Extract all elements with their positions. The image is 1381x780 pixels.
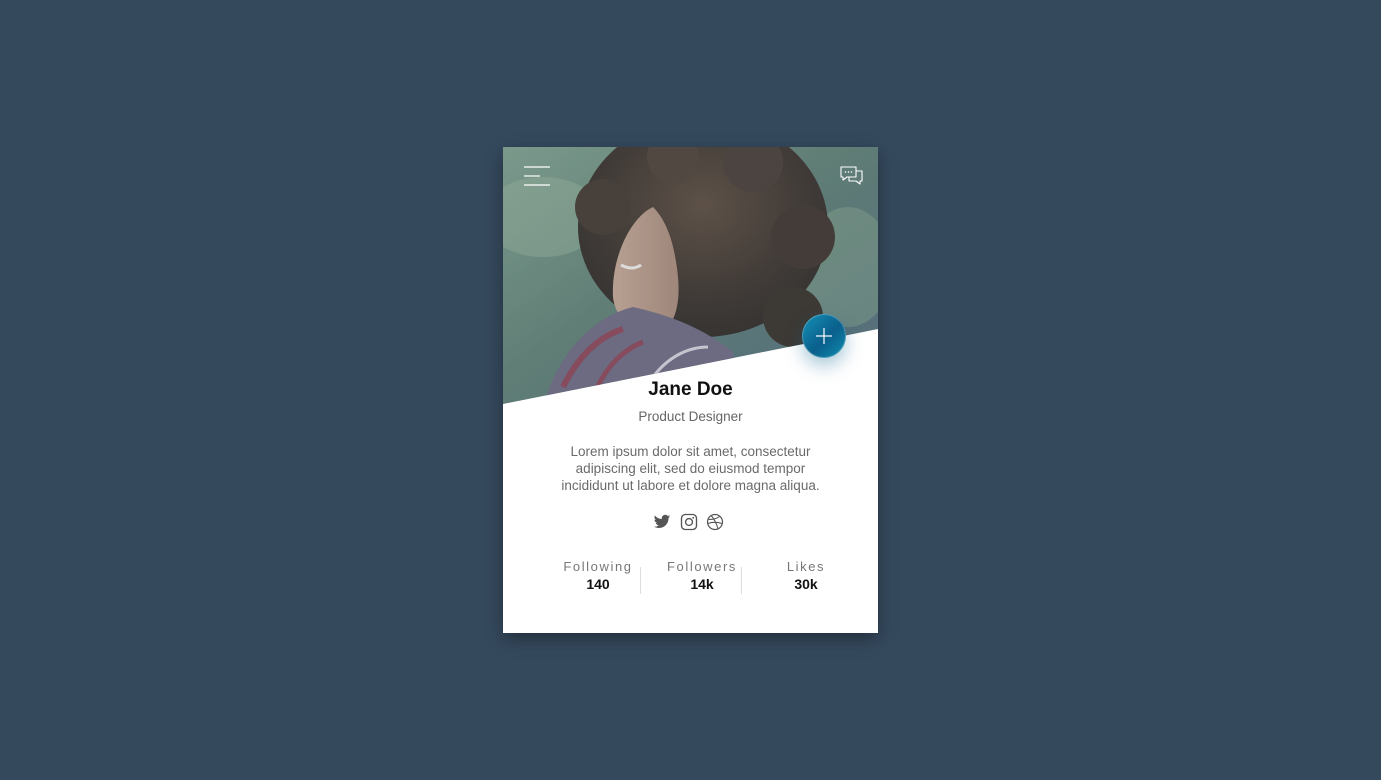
twitter-icon: [653, 514, 671, 529]
chat-bubbles-icon: [840, 166, 863, 185]
add-button[interactable]: [802, 314, 846, 358]
dribbble-icon: [706, 513, 724, 531]
stat-divider: [741, 567, 742, 594]
plus-icon: [816, 328, 832, 344]
profile-card: Jane Doe Product Designer Lorem ipsum do…: [503, 147, 878, 633]
stat-followers[interactable]: Followers 14k: [654, 559, 750, 592]
dribbble-link[interactable]: [706, 513, 724, 531]
twitter-link[interactable]: [653, 513, 671, 531]
profile-role: Product Designer: [638, 409, 743, 424]
hamburger-menu-icon: [524, 166, 550, 186]
profile-bio: Lorem ipsum dolor sit amet, consectetur …: [561, 444, 820, 493]
stat-value: 140: [586, 576, 610, 592]
stat-value: 30k: [794, 576, 818, 592]
stat-likes[interactable]: Likes 30k: [758, 559, 854, 592]
stat-following[interactable]: Following 140: [550, 559, 646, 592]
stat-value: 14k: [690, 576, 714, 592]
stat-label: Likes: [786, 559, 826, 574]
stat-label: Followers: [666, 559, 738, 574]
stat-label: Following: [563, 559, 633, 574]
menu-button[interactable]: [524, 166, 552, 188]
cover-photo: [503, 147, 878, 407]
messages-button[interactable]: [840, 166, 864, 188]
profile-name: Jane Doe: [648, 379, 733, 400]
social-links: [653, 513, 729, 531]
instagram-link[interactable]: [680, 513, 698, 531]
stat-divider: [640, 567, 641, 594]
instagram-icon: [680, 513, 698, 531]
profile-stats: Following 140 Followers 14k Likes 30k: [550, 559, 833, 595]
